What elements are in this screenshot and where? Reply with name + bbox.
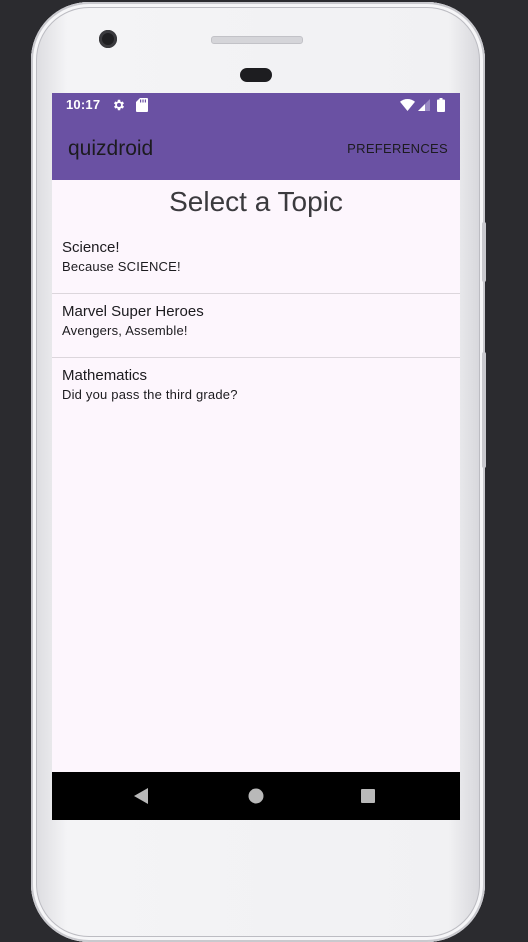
- cell-signal-icon: [418, 99, 430, 111]
- topic-description: Because SCIENCE!: [62, 259, 181, 274]
- topic-name: Marvel Super Heroes: [62, 303, 204, 320]
- topic-description: Avengers, Assemble!: [62, 323, 188, 338]
- proximity-sensor: [240, 68, 272, 82]
- status-bar: 10:17: [52, 93, 460, 117]
- topic-item-science[interactable]: Science! Because SCIENCE!: [52, 230, 460, 294]
- topic-list: Science! Because SCIENCE! Marvel Super H…: [52, 230, 460, 422]
- sd-card-icon: [136, 98, 148, 112]
- page-title: Select a Topic: [169, 186, 343, 217]
- navigation-bar: [52, 772, 460, 820]
- preferences-button[interactable]: PREFERENCES: [347, 141, 448, 156]
- topic-name: Science!: [62, 239, 120, 256]
- settings-icon: [113, 99, 125, 111]
- topic-name: Mathematics: [62, 367, 148, 384]
- wifi-icon: [400, 99, 415, 111]
- app-bar: quizdroid PREFERENCES: [52, 117, 460, 180]
- earpiece-speaker: [211, 36, 303, 44]
- battery-icon: [437, 98, 445, 112]
- topic-item-marvel-super-heroes[interactable]: Marvel Super Heroes Avengers, Assemble!: [52, 294, 460, 358]
- recents-icon[interactable]: [358, 786, 378, 806]
- volume-button: [482, 352, 486, 468]
- topic-item-mathematics[interactable]: Mathematics Did you pass the third grade…: [52, 358, 460, 422]
- back-icon[interactable]: [132, 786, 152, 806]
- front-camera: [99, 30, 117, 48]
- device-screen: 10:17 quizdroid PREFERENCES Select a Top…: [52, 93, 460, 820]
- home-icon[interactable]: [246, 786, 266, 806]
- power-button: [482, 222, 486, 282]
- app-title: quizdroid: [68, 137, 154, 160]
- topic-description: Did you pass the third grade?: [62, 387, 238, 402]
- status-time: 10:17: [66, 97, 101, 112]
